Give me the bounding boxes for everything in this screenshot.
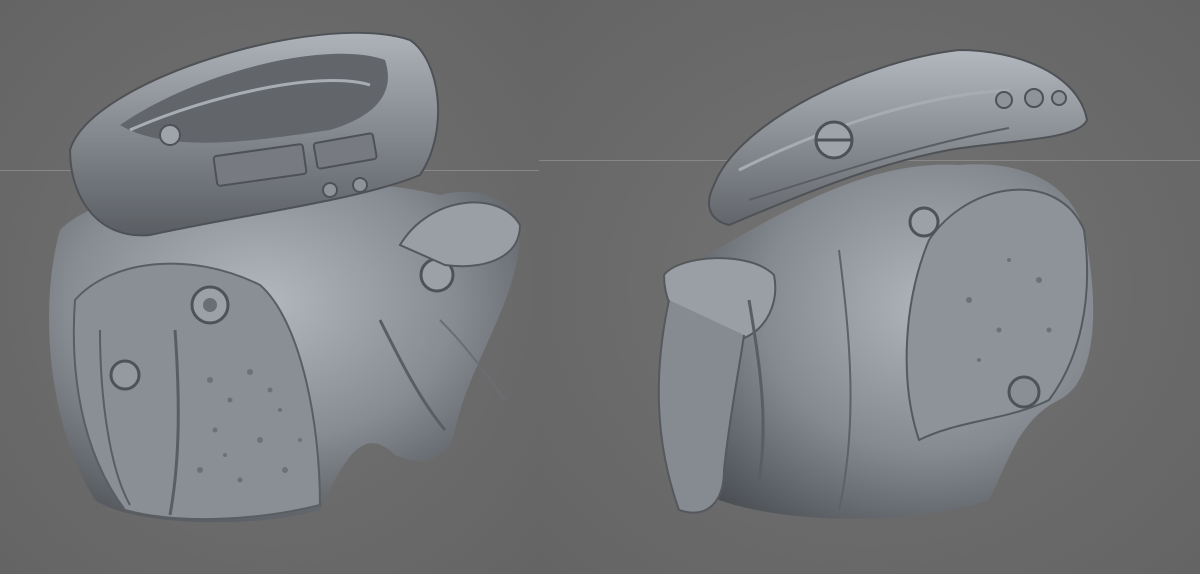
back-socket-lower [1007,375,1041,409]
sculpt-model-right[interactable] [539,0,1200,574]
sculpt-model-left[interactable] [0,0,539,574]
viewport-left[interactable] [0,0,539,574]
chest-socket-lower [109,359,141,391]
viewport-area[interactable] [0,0,1200,574]
viewport-right[interactable] [539,0,1200,574]
back-socket-upper [908,206,940,238]
